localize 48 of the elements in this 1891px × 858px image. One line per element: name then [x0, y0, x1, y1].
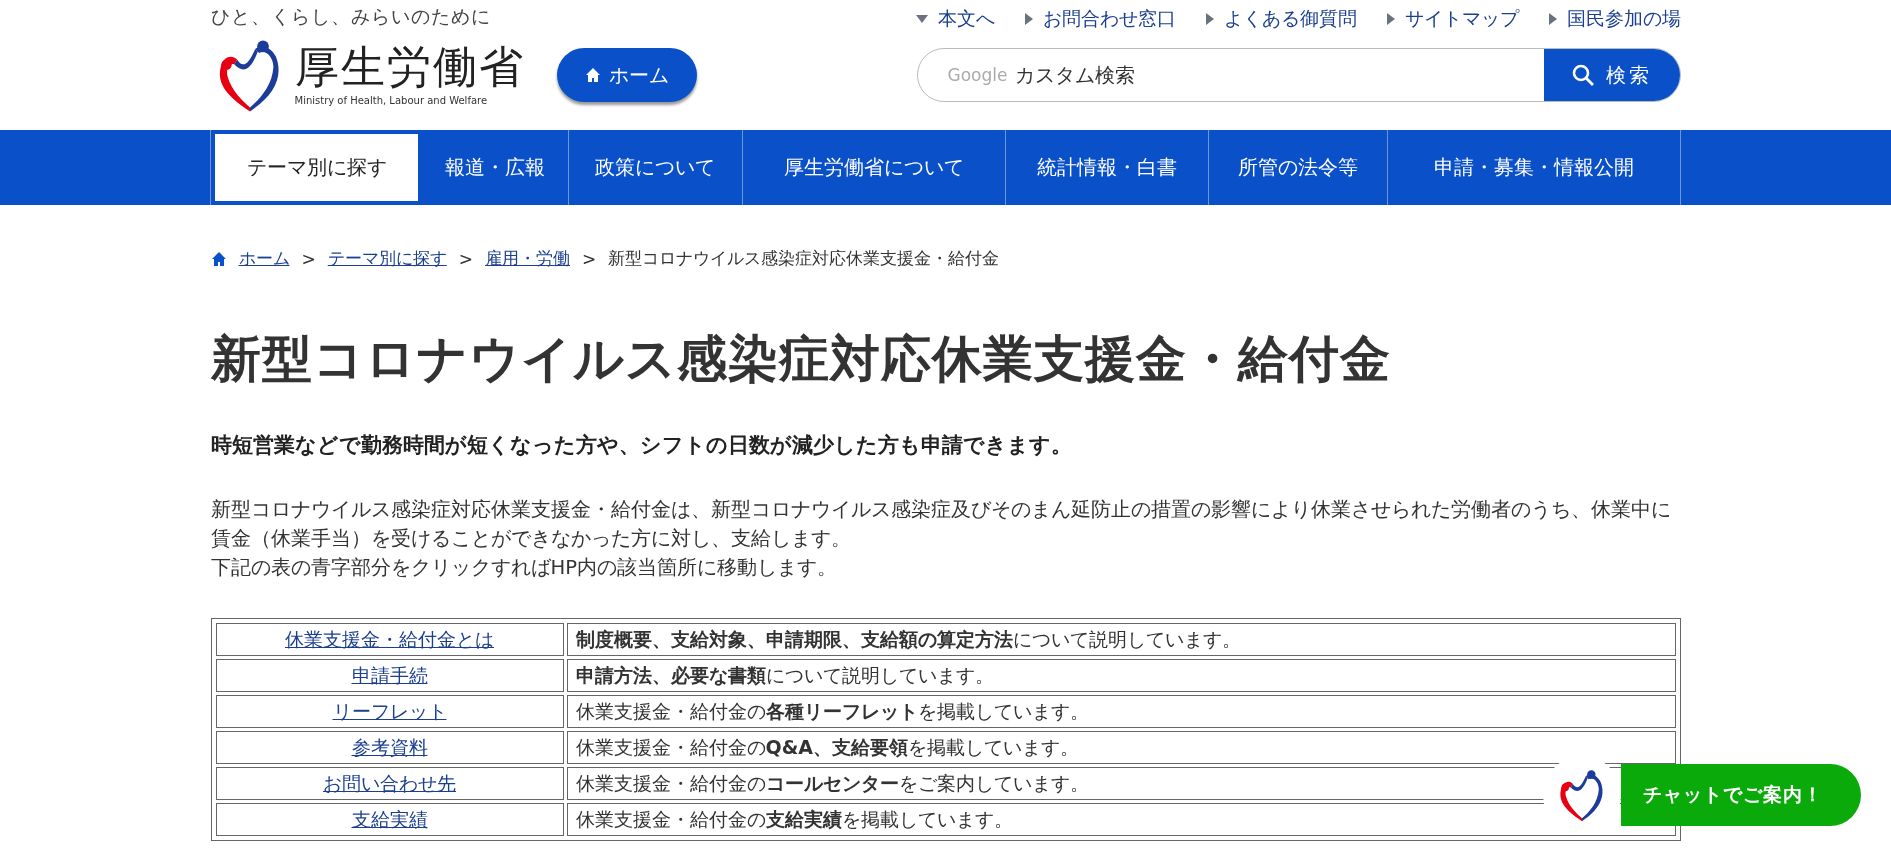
nav-tab[interactable]: 厚生労働省について	[742, 130, 1007, 205]
table-cell: 休業支援金・給付金の支給実績を掲載しています。	[566, 803, 1676, 836]
paragraph: 下記の表の青字部分をクリックすればHP内の該当箇所に移動します。	[210, 555, 839, 581]
search-brand-label: Google	[947, 65, 1008, 85]
utility-link[interactable]: サイトマップ	[1386, 6, 1519, 32]
table-link[interactable]: お問い合わせ先	[323, 771, 456, 794]
breadcrumb-current: 新型コロナウイルス感染症対応休業支援金・給付金	[608, 247, 1000, 270]
home-icon	[210, 250, 227, 267]
triangle-right-icon	[1024, 13, 1033, 25]
utility-link[interactable]: 本文へ	[915, 6, 995, 32]
breadcrumb-separator: >	[458, 248, 473, 269]
page-title: 新型コロナウイルス感染症対応休業支援金・給付金	[210, 329, 1392, 390]
table-link[interactable]: 申請手続	[351, 663, 428, 686]
logo-subtitle: Ministry of Health, Labour and Welfare	[294, 94, 489, 106]
breadcrumb-separator: >	[301, 248, 316, 269]
paragraph: 新型コロナウイルス感染症対応休業支援金・給付金は、新型コロナウイルス感染症及びそのまん延防止の措置の影響により休業させられた労働者のうち、休業中に賃金（休業手当）を受けることができなかった方に対し、支給します。	[210, 497, 1672, 552]
triangle-right-icon	[1548, 13, 1557, 25]
triangle-down-icon	[915, 15, 928, 23]
table-cell: 制度概要、支給対象、申請期限、支給額の算定方法について説明しています。	[566, 623, 1676, 656]
breadcrumb-link[interactable]: テーマ別に探す	[327, 247, 447, 270]
search-button[interactable]: 検索	[1543, 49, 1680, 101]
nav-tab[interactable]: 申請・募集・情報公開	[1387, 130, 1681, 205]
nav-tab[interactable]: 所管の法令等	[1208, 130, 1388, 205]
lead-text: 時短営業などで勤務時間が短くなった方や、シフトの日数が減少した方も申請できます。	[210, 432, 1073, 459]
table-link[interactable]: 参考資料	[351, 735, 428, 758]
utility-link[interactable]: お問合わせ窓口	[1024, 6, 1176, 32]
triangle-right-icon	[1386, 13, 1395, 25]
table-link[interactable]: 休業支援金・給付金とは	[285, 627, 494, 650]
search-icon	[1571, 64, 1594, 86]
table-cell: 休業支援金・給付金のQ&A、支給要領を掲載しています。	[566, 731, 1676, 764]
logo-title: 厚生労働省	[294, 44, 525, 89]
nav-tab[interactable]: テーマ別に探す	[215, 134, 419, 201]
breadcrumb-link[interactable]: 雇用・労働	[485, 247, 570, 270]
nav-tab[interactable]: 報道・広報	[422, 130, 569, 205]
breadcrumb-link[interactable]: ホーム	[238, 247, 290, 270]
breadcrumb-separator: >	[582, 248, 597, 269]
triangle-right-icon	[1205, 13, 1214, 25]
utility-link[interactable]: 国民参加の場	[1548, 6, 1681, 32]
table-cell: 申請方法、必要な書類について説明しています。	[566, 659, 1676, 692]
tagline: ひと、くらし、みらいのために	[210, 4, 492, 29]
table-link[interactable]: リーフレット	[332, 699, 447, 722]
nav-tab[interactable]: 統計情報・白書	[1006, 130, 1209, 205]
home-icon	[584, 67, 601, 83]
utility-link[interactable]: よくある御質問	[1205, 6, 1357, 32]
table-link[interactable]: 支給実績	[351, 807, 428, 830]
nav-tab[interactable]: 政策について	[568, 130, 743, 205]
table-cell: 休業支援金・給付金の各種リーフレットを掲載しています。	[566, 695, 1676, 728]
home-button[interactable]: ホーム	[556, 48, 697, 102]
